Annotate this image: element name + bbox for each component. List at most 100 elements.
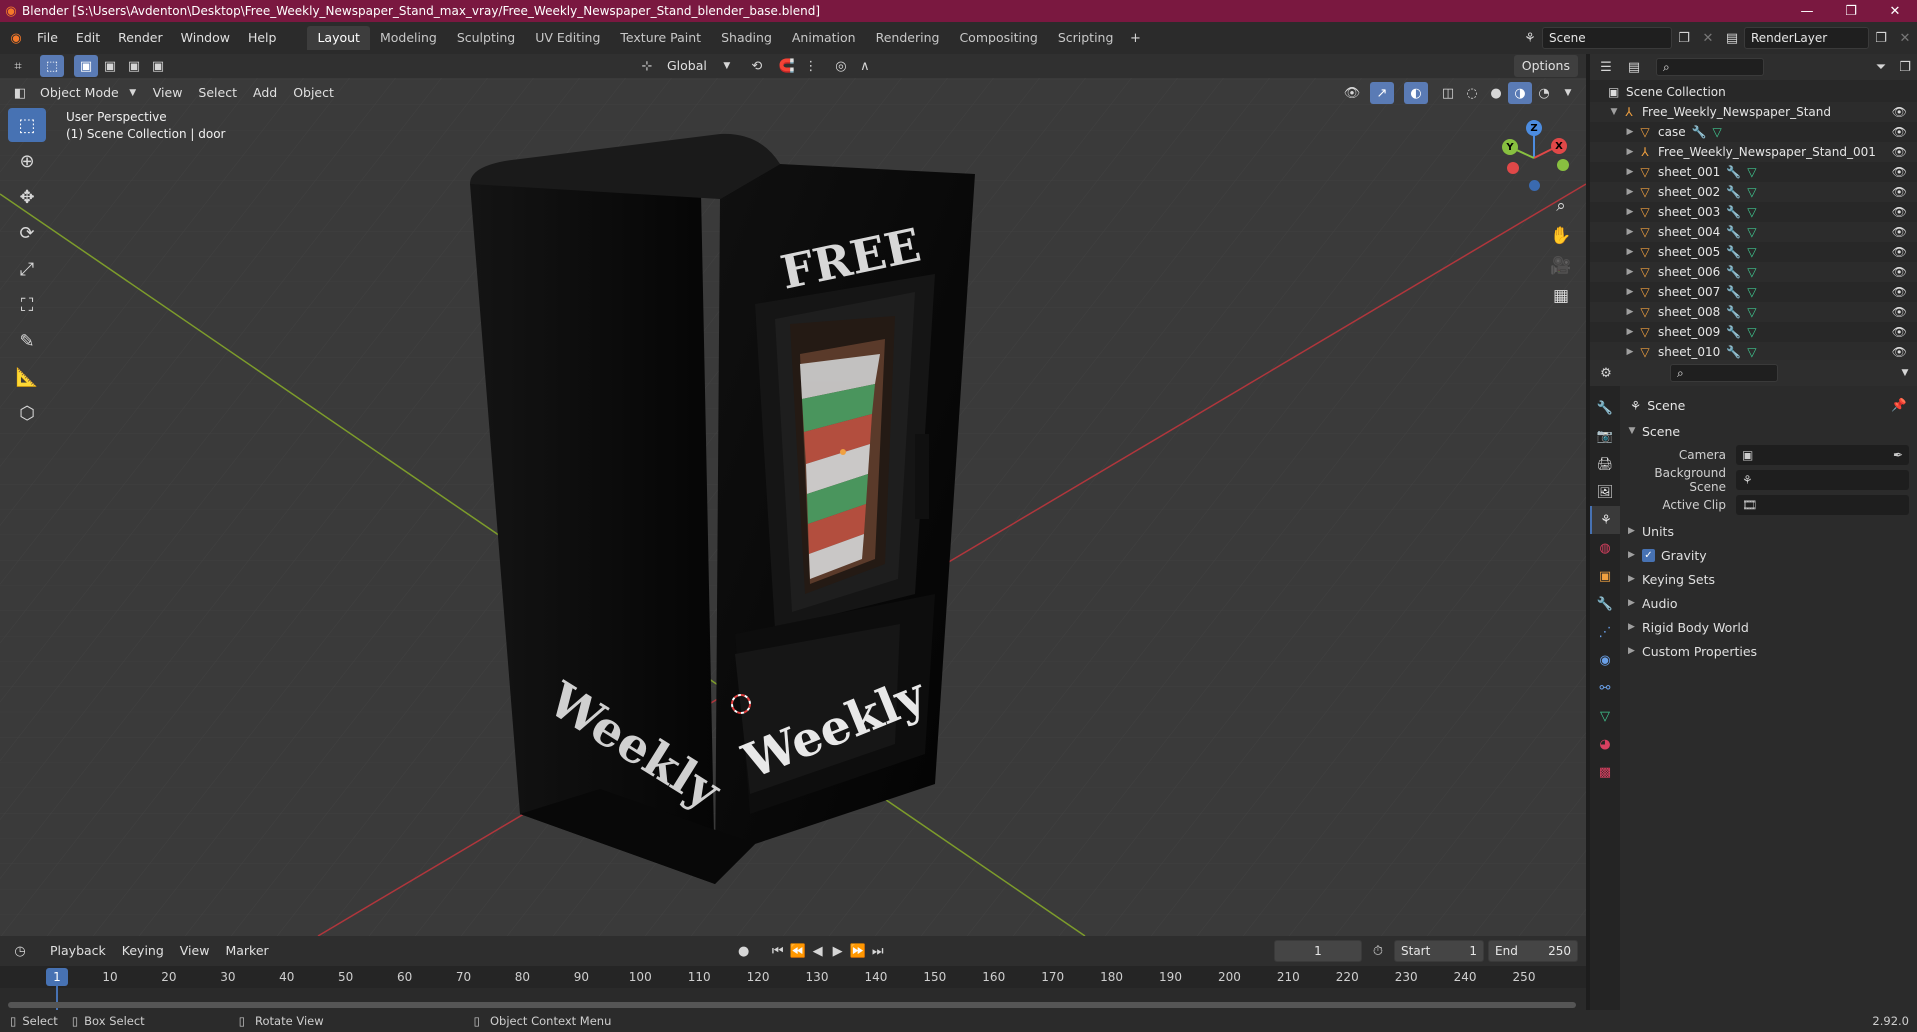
tab-shading[interactable]: Shading — [711, 26, 782, 50]
chevron-down-icon[interactable]: ▼ — [1608, 107, 1620, 117]
mesh-data-icon[interactable]: ▽ — [1747, 165, 1756, 179]
jump-start-icon[interactable]: ⏮ — [768, 940, 788, 962]
chevron-right-icon[interactable]: ▶ — [1624, 347, 1636, 357]
gizmo-y[interactable]: Y — [1502, 139, 1518, 155]
frame-ruler[interactable]: 1 10 20 30 40 50 60 70 80 90 100 110 120 130 140 150 160… — [0, 966, 1586, 988]
viewport-menu-view[interactable]: View — [145, 82, 191, 104]
chevron-right-icon[interactable]: ▶ — [1624, 187, 1636, 197]
mesh-data-icon[interactable]: ▽ — [1747, 225, 1756, 239]
menu-edit[interactable]: Edit — [67, 26, 109, 50]
proportional-edit-icon[interactable]: ◎ — [829, 55, 853, 77]
mesh-data-icon[interactable]: ▽ — [1747, 245, 1756, 259]
minimize-button[interactable]: — — [1785, 4, 1829, 19]
timeline-menu-playback[interactable]: Playback — [42, 940, 114, 962]
tab-scripting[interactable]: Scripting — [1048, 26, 1124, 50]
visibility-eye-icon[interactable]: 👁 — [1892, 105, 1907, 119]
blender-menu-icon[interactable]: ◉ — [4, 27, 28, 49]
tab-layout[interactable]: Layout — [307, 26, 370, 50]
keying-sets-panel[interactable]: ▶ Keying Sets — [1628, 568, 1908, 590]
visibility-eye-icon[interactable]: 👁 — [1892, 325, 1907, 339]
close-button[interactable]: ✕ — [1873, 4, 1917, 19]
viewport-menu-add[interactable]: Add — [245, 82, 285, 104]
visibility-eye-icon[interactable]: 👁 — [1892, 205, 1907, 219]
new-layer-icon[interactable]: ❐ — [1869, 27, 1893, 49]
outliner-row[interactable]: ▶ ▽ sheet_006 🔧 ▽ 👁 — [1590, 262, 1917, 282]
rigid-body-world-panel[interactable]: ▶ Rigid Body World — [1628, 616, 1908, 638]
tab-modeling[interactable]: Modeling — [370, 26, 447, 50]
view-layer-tab-icon[interactable]: 🖼 — [1590, 478, 1620, 506]
physics-tab-icon[interactable]: ◉ — [1590, 646, 1620, 674]
pivot-point-icon[interactable]: ⟲ — [745, 55, 769, 77]
active-clip-field[interactable]: 🎞 — [1736, 495, 1909, 515]
xray-icon[interactable]: ◫ — [1436, 82, 1460, 104]
outliner-row[interactable]: ▶ ⅄ Free_Weekly_Newspaper_Stand_001 👁 — [1590, 142, 1917, 162]
modifier-icon[interactable]: 🔧 — [1726, 265, 1741, 279]
output-tab-icon[interactable]: 🖨 — [1590, 450, 1620, 478]
mesh-data-icon[interactable]: ▽ — [1713, 125, 1722, 139]
chevron-right-icon[interactable]: ▶ — [1624, 167, 1636, 177]
navigation-gizmo[interactable]: Z X Y — [1490, 114, 1570, 194]
visibility-eye-icon[interactable]: 👁 — [1892, 165, 1907, 179]
modifier-icon[interactable]: 🔧 — [1726, 345, 1741, 359]
outliner-row[interactable]: ▶ ▽ sheet_007 🔧 ▽ 👁 — [1590, 282, 1917, 302]
object-tab-icon[interactable]: ▣ — [1590, 562, 1620, 590]
visibility-icon[interactable]: 👁 — [1340, 82, 1364, 104]
transform-orientation-dropdown[interactable]: Global — [659, 55, 715, 77]
select-mode-intersect-icon[interactable]: ▣ — [146, 55, 170, 77]
viewport-menu-object[interactable]: Object — [285, 82, 342, 104]
visibility-eye-icon[interactable]: 👁 — [1892, 285, 1907, 299]
visibility-eye-icon[interactable]: 👁 — [1892, 225, 1907, 239]
transform-tool-icon[interactable]: ⛶ — [8, 288, 46, 322]
scene-panel-header[interactable]: ▼ Scene — [1620, 420, 1917, 442]
snap-target-icon[interactable]: ⋮ — [799, 55, 823, 77]
pan-hand-icon[interactable]: ✋ — [1547, 222, 1575, 250]
mesh-data-icon[interactable]: ▽ — [1747, 265, 1756, 279]
overlay-toggle-icon[interactable]: ◐ — [1404, 82, 1428, 104]
move-tool-icon[interactable]: ✥ — [8, 180, 46, 214]
gizmo-neg-y[interactable] — [1557, 159, 1569, 171]
tab-sculpting[interactable]: Sculpting — [447, 26, 525, 50]
tab-animation[interactable]: Animation — [782, 26, 866, 50]
mesh-data-icon[interactable]: ▽ — [1747, 345, 1756, 359]
annotate-tool-icon[interactable]: ✎ — [8, 324, 46, 358]
select-tool-icon[interactable]: ⬚ — [40, 55, 64, 77]
units-panel[interactable]: ▶ Units — [1628, 520, 1908, 542]
display-mode-icon[interactable]: ▤ — [1622, 56, 1646, 78]
custom-properties-panel[interactable]: ▶ Custom Properties — [1628, 640, 1908, 662]
end-frame-field[interactable]: End 250 — [1488, 940, 1578, 962]
eyedropper-icon[interactable]: ✒ — [1893, 448, 1903, 462]
mesh-data-icon[interactable]: ▽ — [1747, 205, 1756, 219]
gizmo-neg-x[interactable] — [1507, 162, 1519, 174]
chevron-right-icon[interactable]: ▶ — [1624, 287, 1636, 297]
timeline-area[interactable]: 1 10 20 30 40 50 60 70 80 90 100 110 120 130 140 150 160… — [0, 966, 1586, 1010]
visibility-eye-icon[interactable]: 👁 — [1892, 145, 1907, 159]
object-mode-dropdown[interactable]: Object Mode — [32, 82, 127, 104]
outliner-row[interactable]: ▶ ▽ sheet_004 🔧 ▽ 👁 — [1590, 222, 1917, 242]
delete-scene-icon[interactable]: ✕ — [1696, 27, 1720, 49]
tab-rendering[interactable]: Rendering — [866, 26, 950, 50]
outliner-search-input[interactable]: ⌕ — [1656, 58, 1764, 76]
modifier-icon[interactable]: 🔧 — [1726, 185, 1741, 199]
mesh-data-icon[interactable]: ▽ — [1747, 185, 1756, 199]
outliner-row[interactable]: ▶ ▽ sheet_010 🔧 ▽ 👁 — [1590, 342, 1917, 362]
chevron-right-icon[interactable]: ▶ — [1624, 127, 1636, 137]
play-icon[interactable]: ▶ — [828, 940, 848, 962]
modifier-tab-icon[interactable]: 🔧 — [1590, 590, 1620, 618]
material-shading-icon[interactable]: ◑ — [1508, 82, 1532, 104]
world-tab-icon[interactable]: ◍ — [1590, 534, 1620, 562]
chevron-right-icon[interactable]: ▶ — [1624, 227, 1636, 237]
start-frame-field[interactable]: Start 1 — [1394, 940, 1484, 962]
render-tab-icon[interactable]: 📷 — [1590, 422, 1620, 450]
gizmo-neg-z[interactable] — [1529, 180, 1540, 191]
visibility-eye-icon[interactable]: 👁 — [1892, 185, 1907, 199]
tab-texture-paint[interactable]: Texture Paint — [610, 26, 711, 50]
filter-icon[interactable]: ⏷ — [1869, 56, 1893, 78]
current-frame-field[interactable]: 1 — [1274, 940, 1362, 962]
rotate-tool-icon[interactable]: ⟳ — [8, 216, 46, 250]
select-mode-new-icon[interactable]: ▣ — [74, 55, 98, 77]
clock-icon[interactable]: ⏱ — [1366, 940, 1390, 962]
shading-options-icon[interactable]: ▼ — [1556, 82, 1580, 104]
chevron-right-icon[interactable]: ▶ — [1624, 267, 1636, 277]
outliner-row[interactable]: ▶ ▽ sheet_005 🔧 ▽ 👁 — [1590, 242, 1917, 262]
mesh-data-icon[interactable]: ▽ — [1747, 285, 1756, 299]
